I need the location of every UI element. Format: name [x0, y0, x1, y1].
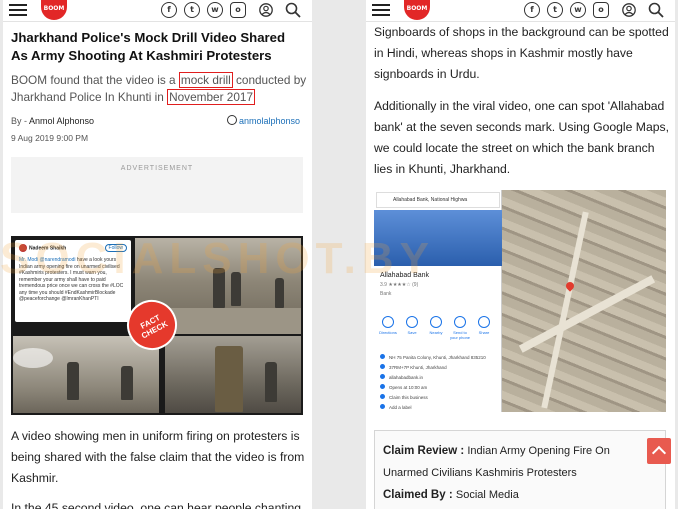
action-label: Nearby	[429, 330, 443, 335]
scroll-to-top-button[interactable]	[647, 438, 671, 464]
detail-text: NH 75 Panita Colony, Khunti, Jharkhand 8…	[389, 355, 486, 360]
satellite-map-view	[502, 190, 666, 412]
detail-text: Opens at 10:00 am	[389, 385, 428, 390]
maps-detail-row: 37RM+7P Khunti, Jharkhand	[380, 364, 447, 370]
tweet-username: Nadeem Shaikh	[29, 245, 67, 252]
fact-check-collage-image: Nadeem Shaikh Follow Mr. Modi @narendramo…	[11, 236, 303, 415]
whatsapp-icon[interactable]: w	[207, 2, 223, 18]
instagram-icon[interactable]: o	[593, 2, 609, 18]
place-rating: 3.9 ★★★★☆ (9)	[380, 282, 419, 288]
search-icon[interactable]	[285, 2, 301, 18]
place-name: Allahabad Bank	[380, 272, 430, 279]
detail-text: allahabadbank.in	[389, 375, 424, 380]
video-still-3	[165, 336, 301, 413]
right-article-screen: BOOM f t w o Signboards of shops in the …	[366, 0, 675, 509]
share-icon	[478, 316, 490, 328]
menu-icon[interactable]	[372, 4, 390, 17]
twitter-icon[interactable]: t	[184, 2, 200, 18]
whatsapp-icon[interactable]: w	[570, 2, 586, 18]
user-icon[interactable]	[622, 3, 636, 17]
facebook-icon[interactable]: f	[161, 2, 177, 18]
maps-detail-row: NH 75 Panita Colony, Khunti, Jharkhand 8…	[380, 354, 486, 360]
action-label: Send to your phone	[450, 330, 471, 340]
maps-detail-row: allahabadbank.in	[380, 374, 423, 380]
bank-photo	[374, 210, 502, 266]
tweet-mention: Mr. Modi @narendramodi	[19, 257, 76, 263]
video-still-2	[13, 336, 159, 413]
author-name[interactable]: Anmol Alphonso	[29, 116, 94, 126]
place-type: Bank	[380, 291, 392, 297]
highlight-november-2017: November 2017	[167, 89, 256, 105]
instagram-icon[interactable]: o	[230, 2, 246, 18]
claim-review-box: Claim Review : Indian Army Opening Fire …	[374, 430, 666, 509]
avatar	[19, 244, 27, 252]
byline-prefix: By -	[11, 116, 30, 126]
summary-text: BOOM found that the video is a	[11, 73, 179, 87]
search-icon[interactable]	[648, 2, 664, 18]
save-icon	[406, 316, 418, 328]
article-summary: BOOM found that the video is a mock dril…	[11, 72, 307, 106]
advertisement-slot: ADVERTISEMENT	[11, 157, 303, 213]
claim-review-label: Claim Review :	[383, 445, 468, 457]
article-headline: Jharkhand Police's Mock Drill Video Shar…	[11, 30, 286, 63]
article-paragraph: Signboards of shops in the background ca…	[374, 25, 669, 81]
highlight-mock-drill: mock drill	[178, 72, 233, 88]
maps-search-box: Allahabad Bank, National Highwa	[376, 192, 500, 208]
detail-text: Add a label	[389, 405, 412, 410]
publish-date: 9 Aug 2019 9:00 PM	[11, 133, 89, 143]
tweet-text: have a look yours Indian army opening fi…	[19, 257, 124, 302]
maps-detail-row: Add a label	[380, 404, 412, 410]
send-to-phone-icon	[454, 316, 466, 328]
user-icon[interactable]	[259, 3, 273, 17]
claim-review-row: Claim Review : Indian Army Opening Fire …	[383, 440, 657, 484]
maps-place-panel: Allahabad Bank, National Highwa Allahaba…	[374, 190, 502, 412]
google-maps-screenshot: Allahabad Bank, National Highwa Allahaba…	[374, 190, 666, 412]
menu-icon[interactable]	[9, 4, 27, 17]
detail-text: 37RM+7P Khunti, Jharkhand	[389, 365, 447, 370]
boom-logo[interactable]: BOOM	[404, 0, 430, 20]
author-twitter-link[interactable]: anmolalphonso	[227, 115, 300, 126]
article-paragraph: In the 45 second video, one can hear peo…	[11, 501, 302, 509]
twitter-icon	[227, 115, 237, 125]
maps-detail-row: Claim this business	[380, 394, 428, 400]
maps-actions: Directions Save Nearby Send to your phon…	[378, 316, 498, 340]
maps-detail-row: Opens at 10:00 am	[380, 384, 427, 390]
detail-text: Claim this business	[389, 395, 428, 400]
boom-logo[interactable]: BOOM	[41, 0, 67, 20]
top-navigation-bar: BOOM f t w o	[366, 0, 675, 22]
claimed-by-text: Social Media	[455, 489, 519, 501]
nearby-icon	[430, 316, 442, 328]
top-navigation-bar: BOOM f t w o	[3, 0, 312, 22]
claimed-by-label: Claimed By :	[383, 489, 456, 501]
action-label: Save	[407, 330, 417, 335]
advertisement-label: ADVERTISEMENT	[120, 165, 194, 172]
article-paragraph: A video showing men in uniform firing on…	[11, 429, 305, 485]
twitter-handle: anmolalphonso	[239, 116, 301, 126]
claimed-by-row: Claimed By : Social Media	[383, 484, 657, 506]
facebook-icon[interactable]: f	[524, 2, 540, 18]
twitter-icon[interactable]: t	[547, 2, 563, 18]
tweet-screenshot: Nadeem Shaikh Follow Mr. Modi @narendramo…	[15, 240, 131, 322]
directions-icon	[382, 316, 394, 328]
article-paragraph: Additionally in the viral video, one can…	[374, 99, 669, 176]
action-label: Directions	[379, 330, 397, 335]
tweet-follow-button: Follow	[104, 244, 127, 252]
byline: By - Anmol Alphonso	[11, 116, 94, 126]
left-article-screen: BOOM f t w o Jharkhand Police's Mock Dri…	[3, 0, 312, 509]
action-label: Share	[478, 330, 490, 335]
